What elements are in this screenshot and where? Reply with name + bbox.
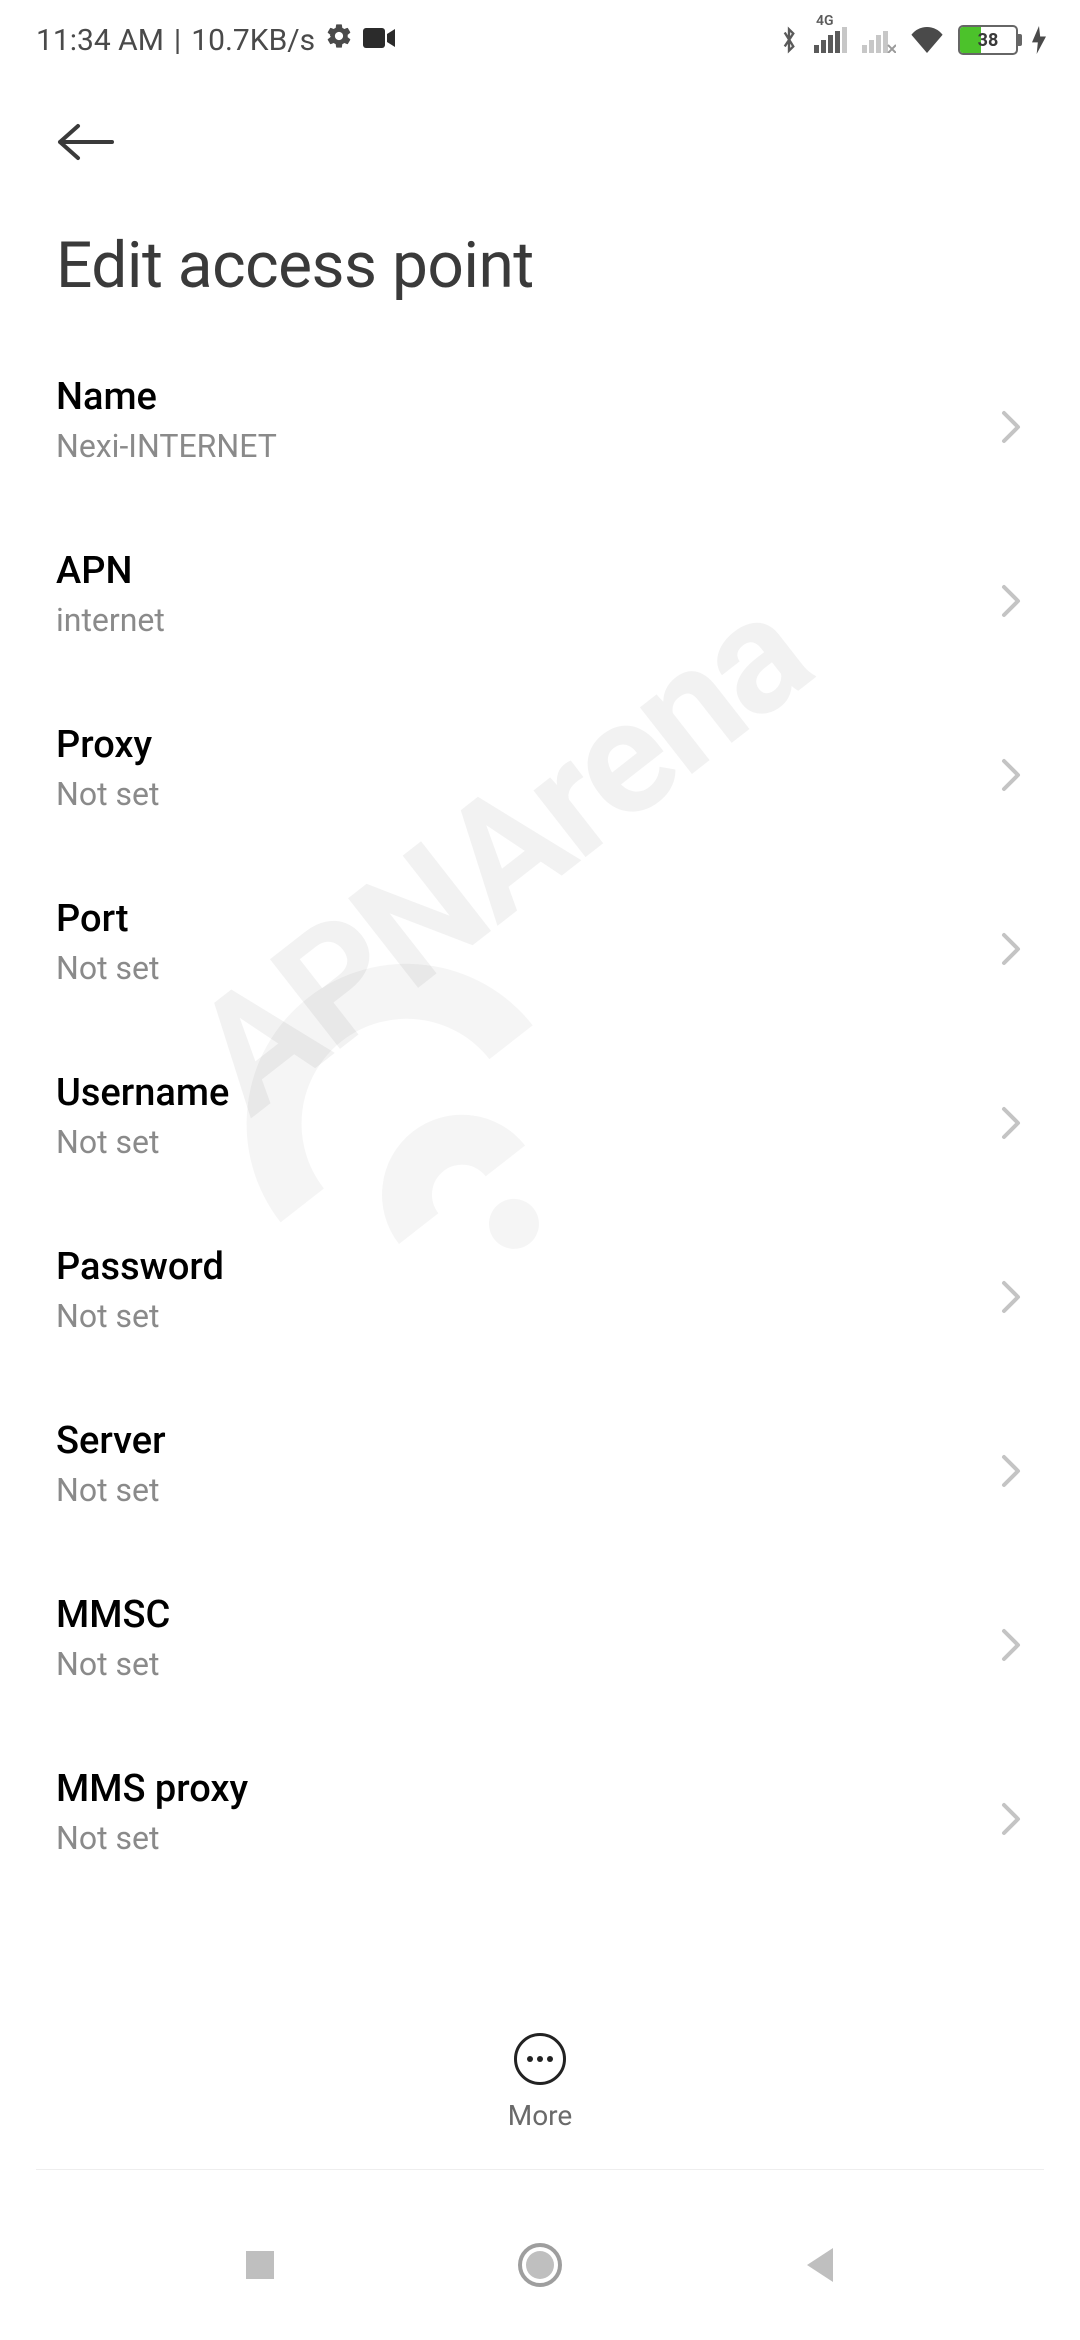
setting-label: Port [56,897,998,941]
chevron-right-icon [998,1625,1024,1651]
setting-label: MMSC [56,1593,998,1637]
bottom-divider [36,2169,1044,2170]
nav-home-button[interactable] [516,2241,564,2289]
chevron-right-icon [998,1799,1024,1825]
setting-text: APN internet [56,549,998,639]
setting-value: internet [56,601,998,639]
setting-value: Not set [56,1297,998,1335]
chevron-right-icon [998,755,1024,781]
setting-value: Not set [56,1645,998,1683]
more-label: More [508,2099,573,2132]
status-left: 11:34 AM | 10.7KB/s [36,22,395,58]
setting-text: Port Not set [56,897,998,987]
chevron-right-icon [998,1103,1024,1129]
status-time: 11:34 AM [36,23,164,58]
setting-item-password[interactable]: Password Not set [56,1203,1024,1377]
setting-item-mms-proxy[interactable]: MMS proxy Not set [56,1725,1024,1899]
chevron-right-icon [998,1451,1024,1477]
setting-value: Not set [56,1471,998,1509]
chevron-right-icon [998,407,1024,433]
setting-label: APN [56,549,998,593]
status-separator: | [174,23,181,58]
setting-text: Password Not set [56,1245,998,1335]
setting-value: Not set [56,1123,998,1161]
setting-value: Nexi-INTERNET [56,427,998,465]
setting-value: Not set [56,949,998,987]
setting-text: MMS proxy Not set [56,1767,998,1857]
setting-text: Proxy Not set [56,723,998,813]
setting-label: Password [56,1245,998,1289]
setting-label: Username [56,1071,998,1115]
setting-value: Not set [56,1819,998,1857]
nav-back-button[interactable] [796,2241,844,2289]
chevron-right-icon [998,1277,1024,1303]
status-right: 4G 38 [778,25,1046,55]
battery-percent: 38 [960,30,1016,51]
chevron-right-icon [998,581,1024,607]
settings-list: Name Nexi-INTERNET APN internet Proxy Not set… [0,333,1080,2093]
setting-item-apn[interactable]: APN internet [56,507,1024,681]
more-button[interactable]: More [0,2013,1080,2160]
charging-icon [1032,26,1046,54]
setting-item-proxy[interactable]: Proxy Not set [56,681,1024,855]
setting-label: MMS proxy [56,1767,998,1811]
page-title: Edit access point [0,168,1080,333]
setting-text: Username Not set [56,1071,998,1161]
setting-value: Not set [56,775,998,813]
signal-4g-icon: 4G [814,27,848,53]
setting-item-server[interactable]: Server Not set [56,1377,1024,1551]
chevron-right-icon [998,929,1024,955]
camera-icon [363,23,395,58]
setting-label: Name [56,375,998,419]
gear-icon [325,22,353,58]
more-icon [514,2033,566,2085]
setting-text: MMSC Not set [56,1593,998,1683]
back-button[interactable] [0,80,1080,168]
battery-icon: 38 [958,25,1018,55]
status-bar: 11:34 AM | 10.7KB/s 4G [0,0,1080,80]
nav-recent-button[interactable] [236,2241,284,2289]
status-network-speed: 10.7KB/s [191,23,315,58]
setting-item-username[interactable]: Username Not set [56,1029,1024,1203]
bluetooth-icon [778,25,800,55]
signal-nosim-icon [862,27,896,53]
nav-bar [0,2190,1080,2340]
setting-label: Server [56,1419,998,1463]
setting-item-port[interactable]: Port Not set [56,855,1024,1029]
setting-item-name[interactable]: Name Nexi-INTERNET [56,333,1024,507]
setting-text: Name Nexi-INTERNET [56,375,998,465]
setting-item-mmsc[interactable]: MMSC Not set [56,1551,1024,1725]
setting-text: Server Not set [56,1419,998,1509]
setting-label: Proxy [56,723,998,767]
wifi-icon [910,27,944,53]
